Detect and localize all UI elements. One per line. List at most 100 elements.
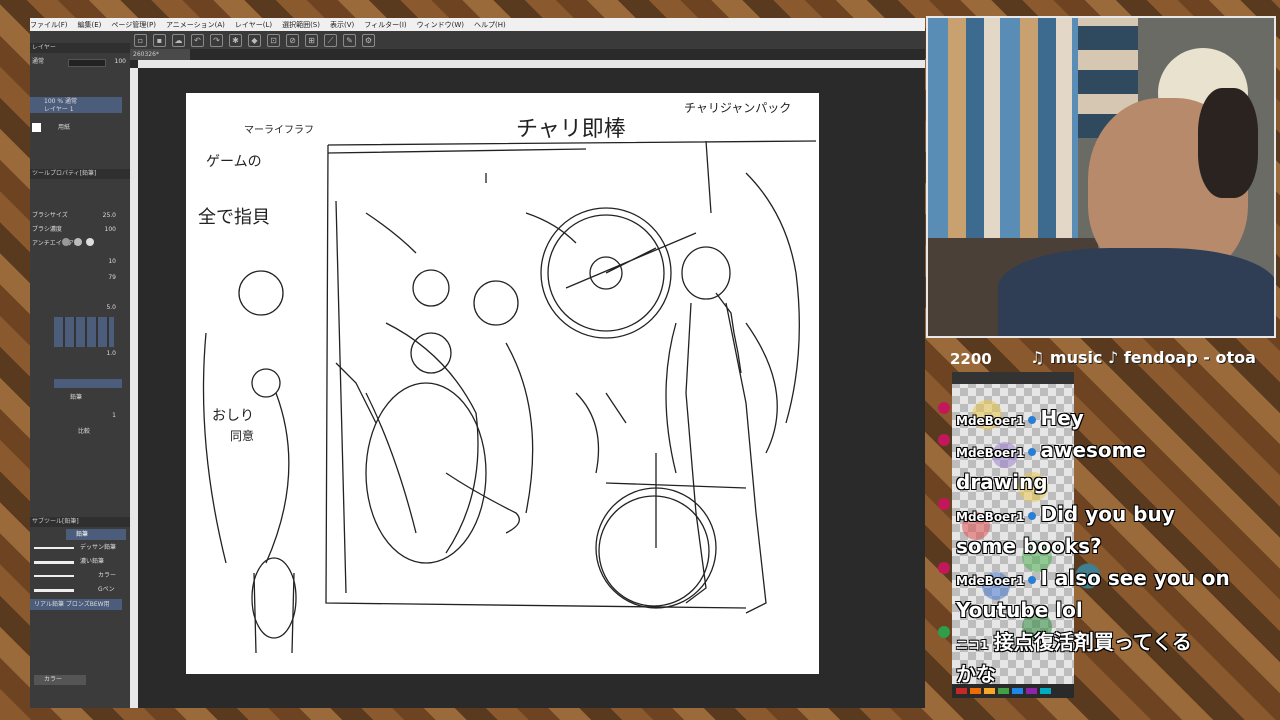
subtool-brush-5: リアル鉛筆 ブロンズBEW用 [34, 601, 110, 608]
subtool-brush-1[interactable]: デッサン鉛筆 [80, 543, 116, 552]
chat-text: 接点復活剤買ってくる [993, 630, 1192, 654]
sketch [202, 140, 817, 654]
subtool-brush-2[interactable]: 濃い鉛筆 [80, 557, 104, 566]
brush-stroke-preview-3 [34, 575, 74, 577]
sketch-note-2: チャリジャンパック [684, 101, 792, 115]
sketch-note-6: おしり [212, 408, 254, 424]
pencil-mode-label[interactable]: 鉛筆 [70, 393, 82, 402]
sketch-note-4: ゲームの [206, 154, 262, 170]
user-badge-icon [938, 562, 950, 574]
brush-size-value[interactable]: 25.0 [103, 211, 116, 220]
subtool-brush-3[interactable]: カラー [98, 571, 116, 580]
layer-1-name: レイヤー 1 [44, 106, 74, 113]
clip-studio-window: ファイル(F) 編集(E) ページ管理(P) アニメーション(A) レイヤー(L… [30, 18, 925, 708]
menu-window[interactable]: ウィンドウ(W) [417, 20, 464, 30]
menu-animation[interactable]: アニメーション(A) [166, 20, 225, 30]
user-badge-icon [938, 434, 950, 446]
user-badge-icon [938, 626, 950, 638]
menu-help[interactable]: ヘルプ(H) [474, 20, 506, 30]
chat-message: MdeBoer1 Did you buy some books? [938, 498, 1238, 562]
subtool-tab-pencil[interactable]: 鉛筆 [66, 529, 126, 540]
save-icon[interactable]: ▪ [153, 33, 166, 47]
brush-size-label: ブラシサイズ [32, 212, 68, 219]
command-bar: ▫ ▪ ☁ ↶ ↷ ✱ ◆ ⊡ ⊘ ⊞ ⟋ ✎ ⚙ [130, 31, 925, 49]
user-badge-icon [938, 498, 950, 510]
user-badge-icon [938, 402, 950, 414]
menu-edit[interactable]: 編集(E) [78, 20, 102, 30]
antialias-options[interactable] [62, 238, 112, 248]
chat-message: MdeBoer1 Hey [938, 402, 1238, 434]
sketch-note-7: 同意 [230, 429, 255, 443]
chat-text: I also see you on [1040, 566, 1230, 590]
chat-text-continued: Youtube lol [956, 598, 1083, 622]
ruler-icon[interactable]: ⟋ [324, 33, 337, 47]
param-value-1[interactable]: 10 [108, 257, 116, 266]
redo-icon[interactable]: ↷ [210, 33, 223, 47]
paper-layer[interactable]: 用紙 [58, 123, 70, 132]
menu-bar: ファイル(F) 編集(E) ページ管理(P) アニメーション(A) レイヤー(L… [30, 18, 925, 31]
clear-icon[interactable]: ✱ [229, 33, 242, 47]
chat-username: MdeBoer1 [956, 446, 1025, 460]
menu-selection[interactable]: 選択範囲(S) [282, 20, 320, 30]
combine-mode-select[interactable]: 比較 [78, 427, 90, 436]
brush-density-label: ブラシ濃度 [32, 226, 62, 233]
paper-swatch [32, 123, 41, 132]
brush-stroke-preview-4 [34, 589, 74, 592]
chat-text: awesome [1040, 438, 1147, 462]
cloud-icon[interactable]: ☁ [172, 33, 185, 47]
settings-icon[interactable]: ⚙ [362, 33, 375, 47]
fill-icon[interactable]: ◆ [248, 33, 261, 47]
canvas-tab[interactable]: 260326* [130, 49, 190, 60]
horizontal-ruler [138, 60, 925, 68]
deselect-icon[interactable]: ⊘ [286, 33, 299, 47]
wall-posters [928, 18, 1078, 238]
param-value-2[interactable]: 79 [108, 273, 116, 282]
webcam-feed [926, 16, 1276, 338]
moderator-icon [1028, 512, 1037, 520]
moderator-icon [1028, 416, 1037, 424]
new-icon[interactable]: ▫ [134, 33, 147, 47]
transform-icon[interactable]: ⊡ [267, 33, 280, 47]
vertical-ruler [130, 68, 138, 708]
subtool-header: サブツール[鉛筆] [30, 517, 130, 527]
param-value-3[interactable]: 5.0 [106, 303, 116, 312]
invert-icon[interactable]: ⊞ [305, 33, 318, 47]
menu-file[interactable]: ファイル(F) [30, 20, 68, 30]
chat-username: ニコ1 [956, 638, 989, 652]
chat-username: MdeBoer1 [956, 414, 1025, 428]
param-value-5[interactable]: 1 [112, 411, 116, 420]
layer-panel-header: レイヤー [30, 43, 130, 53]
chat-text-continued: かな [956, 662, 996, 686]
menu-filter[interactable]: フィルター(I) [364, 20, 406, 30]
chat-text: Hey [1040, 406, 1084, 430]
person-hair [1198, 88, 1258, 198]
sketch-note-3: マーライフラフ [244, 125, 314, 136]
chat-text-continued: some books? [956, 534, 1102, 558]
menu-view[interactable]: 表示(V) [330, 20, 354, 30]
view-counter: 2200 [950, 350, 992, 368]
brush-density-value[interactable]: 100 [105, 225, 116, 234]
chat-message: ニコ1 接点復活剤買ってくる かな [938, 626, 1238, 690]
chat-username: MdeBoer1 [956, 510, 1025, 524]
texture-grid[interactable] [54, 317, 114, 347]
menu-page[interactable]: ページ管理(P) [111, 20, 156, 30]
blend-mode-select[interactable]: 通常 [32, 57, 44, 66]
menu-layer[interactable]: レイヤー(L) [235, 20, 272, 30]
person-sweater [998, 248, 1274, 336]
playback-controls[interactable] [54, 379, 122, 388]
color-mode-select[interactable]: カラー [34, 675, 86, 685]
drawing-canvas[interactable]: チャリ即棒 チャリジャンパック マーライフラフ ゲームの 全で指貝 おしり 同意 [186, 93, 819, 674]
chat-message: MdeBoer1 awesome drawing [938, 434, 1238, 498]
moderator-icon [1028, 448, 1037, 456]
subtool-brush-4[interactable]: Gペン [98, 585, 115, 594]
param-value-4[interactable]: 1.0 [106, 349, 116, 358]
chat-text: Did you buy [1040, 502, 1175, 526]
brush-stroke-preview-1 [34, 547, 74, 549]
undo-icon[interactable]: ↶ [191, 33, 204, 47]
brush-stroke-preview-2 [34, 561, 74, 564]
sketch-title-note: チャリ即棒 [516, 117, 626, 142]
pen-icon[interactable]: ✎ [343, 33, 356, 47]
moderator-icon [1028, 576, 1037, 584]
chat-message: MdeBoer1 I also see you on Youtube lol [938, 562, 1238, 626]
opacity-slider[interactable] [68, 59, 106, 67]
